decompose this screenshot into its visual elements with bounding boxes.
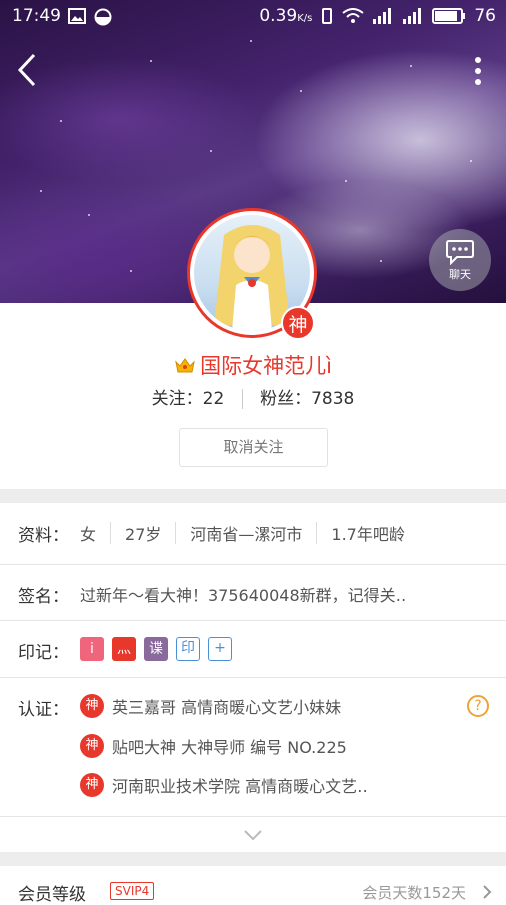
vibrate-icon <box>322 8 333 24</box>
following-stat[interactable]: 关注：22 <box>152 389 225 409</box>
signature-text: 过新年～看大神！375640048新群，记得关‥ <box>80 586 407 605</box>
follow-stats: 关注：22 粉丝：7838 <box>0 384 506 409</box>
mark-tag-spy-icon[interactable]: 谍 <box>144 637 168 661</box>
unfollow-button[interactable]: 取消关注 <box>179 428 328 467</box>
signal-icon-2 <box>403 8 422 24</box>
battery-icon <box>432 8 466 24</box>
member-level-row[interactable]: 会员等级 SVIP4 会员天数152天 <box>0 866 506 905</box>
chevron-down-icon <box>244 830 262 841</box>
profile-info-row: 资料： 女 27岁 河南省—漯河市 1.7年吧龄 <box>0 503 506 565</box>
crown-icon <box>174 355 196 379</box>
back-button[interactable] <box>14 52 40 88</box>
cert-item: 神 河南职业技术学院 高情商暖心文艺‥ <box>80 773 368 797</box>
god-cert-icon: 神 <box>80 694 104 718</box>
chat-label: 聊天 <box>449 268 471 281</box>
stats-divider <box>241 389 243 409</box>
cert-item: 神 英三嘉哥 高情商暖心文艺小妹妹 <box>80 694 341 718</box>
more-vertical-icon <box>475 57 481 85</box>
status-bar: 17:49 0.39K/s 76 <box>0 0 506 34</box>
mark-tag-i-icon[interactable]: i <box>80 637 104 661</box>
section-divider <box>0 489 506 503</box>
username: 国际女神范儿ì <box>200 354 332 378</box>
wifi-icon <box>342 8 364 23</box>
certification-row: 认证： 神 英三嘉哥 高情商暖心文艺小妹妹 神 贴吧大神 大神导师 编号 NO.… <box>0 678 506 817</box>
bar-age-value: 1.7年吧龄 <box>331 525 405 544</box>
help-icon[interactable]: ? <box>467 695 489 717</box>
username-row: 国际女神范儿ì <box>0 350 506 380</box>
marks-label: 印记： <box>18 643 69 663</box>
add-mark-icon[interactable]: + <box>208 637 232 661</box>
section-divider <box>0 852 506 866</box>
chevron-left-icon <box>17 53 36 87</box>
member-level-label: 会员等级 <box>18 885 86 905</box>
signature-row[interactable]: 签名： 过新年～看大神！375640048新群，记得关‥ <box>0 565 506 621</box>
mark-tag-bow-icon[interactable]: 灬 <box>112 637 136 661</box>
chevron-right-icon <box>482 884 492 904</box>
signal-icon <box>373 8 392 24</box>
god-cert-icon: 神 <box>80 734 104 758</box>
chat-button[interactable]: 聊天 <box>429 229 491 291</box>
gender-value: 女 <box>80 525 97 544</box>
signature-label: 签名： <box>18 587 69 607</box>
certification-label: 认证： <box>18 700 69 720</box>
god-badge: 神 <box>281 306 315 340</box>
more-options-button[interactable] <box>474 56 482 86</box>
cert-item: 神 贴吧大神 大神导师 编号 NO.225 <box>80 734 347 758</box>
battery-level: 76 <box>474 6 496 26</box>
info-label: 资料： <box>18 526 69 546</box>
status-time: 17:49 <box>12 6 61 26</box>
data-saver-icon <box>94 8 112 26</box>
age-value: 27岁 <box>125 525 162 544</box>
fans-stat[interactable]: 粉丝：7838 <box>260 389 354 409</box>
net-speed: 0.39K/s <box>259 6 313 26</box>
expand-button[interactable] <box>243 826 263 845</box>
mark-tag-seal-icon[interactable]: 印 <box>176 637 200 661</box>
svip-badge: SVIP4 <box>110 882 155 900</box>
god-cert-icon: 神 <box>80 773 104 797</box>
image-icon <box>68 8 86 24</box>
chat-bubble-icon <box>446 240 474 266</box>
location-value: 河南省—漯河市 <box>190 525 303 544</box>
marks-row: 印记： i 灬 谍 印 + <box>0 621 506 678</box>
